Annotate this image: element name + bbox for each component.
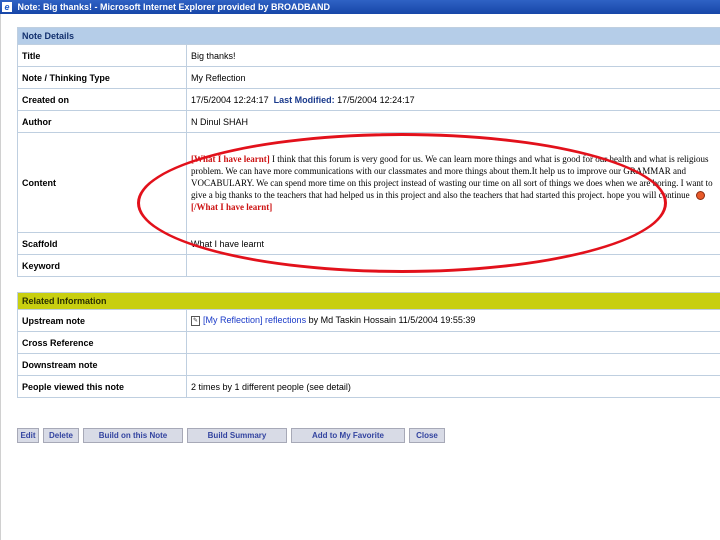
- content-value: [What I have learnt] I think that this f…: [186, 132, 720, 233]
- downstream-value: [186, 353, 720, 376]
- delete-button[interactable]: Delete: [43, 428, 79, 443]
- related-info-table: Related Information Upstream note ✎ [My R…: [17, 292, 720, 398]
- ie-icon: e: [2, 2, 12, 12]
- browser-content: Note Details Title Big thanks! Note / Th…: [0, 14, 720, 540]
- created-on-label: Created on: [17, 88, 187, 111]
- thinking-type-value: My Reflection: [186, 66, 720, 89]
- content-open-tag: [What I have learnt]: [191, 153, 270, 164]
- note-details-table: Note Details Title Big thanks! Note / Th…: [17, 27, 720, 277]
- add-to-favorite-button[interactable]: Add to My Favorite: [291, 428, 405, 443]
- upstream-tag[interactable]: [My Reflection]: [203, 315, 263, 325]
- build-summary-button[interactable]: Build Summary: [187, 428, 287, 443]
- scaffold-label: Scaffold: [17, 232, 187, 255]
- window-title: Note: Big thanks! - Microsoft Internet E…: [17, 2, 331, 12]
- keyword-label: Keyword: [17, 254, 187, 277]
- thinking-type-label: Note / Thinking Type: [17, 66, 187, 89]
- scaffold-value: What I have learnt: [186, 232, 720, 255]
- keyword-value: [186, 254, 720, 277]
- edit-button[interactable]: Edit: [17, 428, 39, 443]
- note-details-header: Note Details: [17, 27, 720, 45]
- smiley-icon: [695, 190, 705, 200]
- upstream-by: by Md Taskin Hossain 11/5/2004 19:55:39: [308, 315, 476, 326]
- upstream-label: Upstream note: [17, 309, 187, 332]
- cross-reference-value: [186, 331, 720, 354]
- last-modified-date: 17/5/2004 12:24:17: [337, 94, 415, 105]
- author-label: Author: [17, 110, 187, 133]
- created-on-value: 17/5/2004 12:24:17 Last Modified: 17/5/2…: [186, 88, 720, 111]
- downstream-label: Downstream note: [17, 353, 187, 376]
- upstream-link[interactable]: reflections: [265, 315, 306, 325]
- window-titlebar[interactable]: e Note: Big thanks! - Microsoft Internet…: [0, 0, 720, 14]
- content-label: Content: [17, 132, 187, 233]
- close-button[interactable]: Close: [409, 428, 445, 443]
- title-value: Big thanks!: [186, 44, 720, 67]
- related-info-header: Related Information: [17, 292, 720, 310]
- build-on-note-button[interactable]: Build on this Note: [83, 428, 183, 443]
- cross-reference-label: Cross Reference: [17, 331, 187, 354]
- upstream-value: ✎ [My Reflection] reflections by Md Taski…: [186, 309, 720, 332]
- viewed-label: People viewed this note: [17, 375, 187, 398]
- title-label: Title: [17, 44, 187, 67]
- viewed-value[interactable]: 2 times by 1 different people (see detai…: [186, 375, 720, 398]
- note-icon: ✎: [191, 315, 200, 326]
- content-text: I think that this forum is very good for…: [191, 153, 713, 200]
- created-date: 17/5/2004 12:24:17: [191, 94, 269, 105]
- author-value: N Dinul SHAH: [186, 110, 720, 133]
- last-modified-label: Last Modified:: [273, 94, 335, 105]
- content-close-tag: [/What I have learnt]: [191, 201, 273, 212]
